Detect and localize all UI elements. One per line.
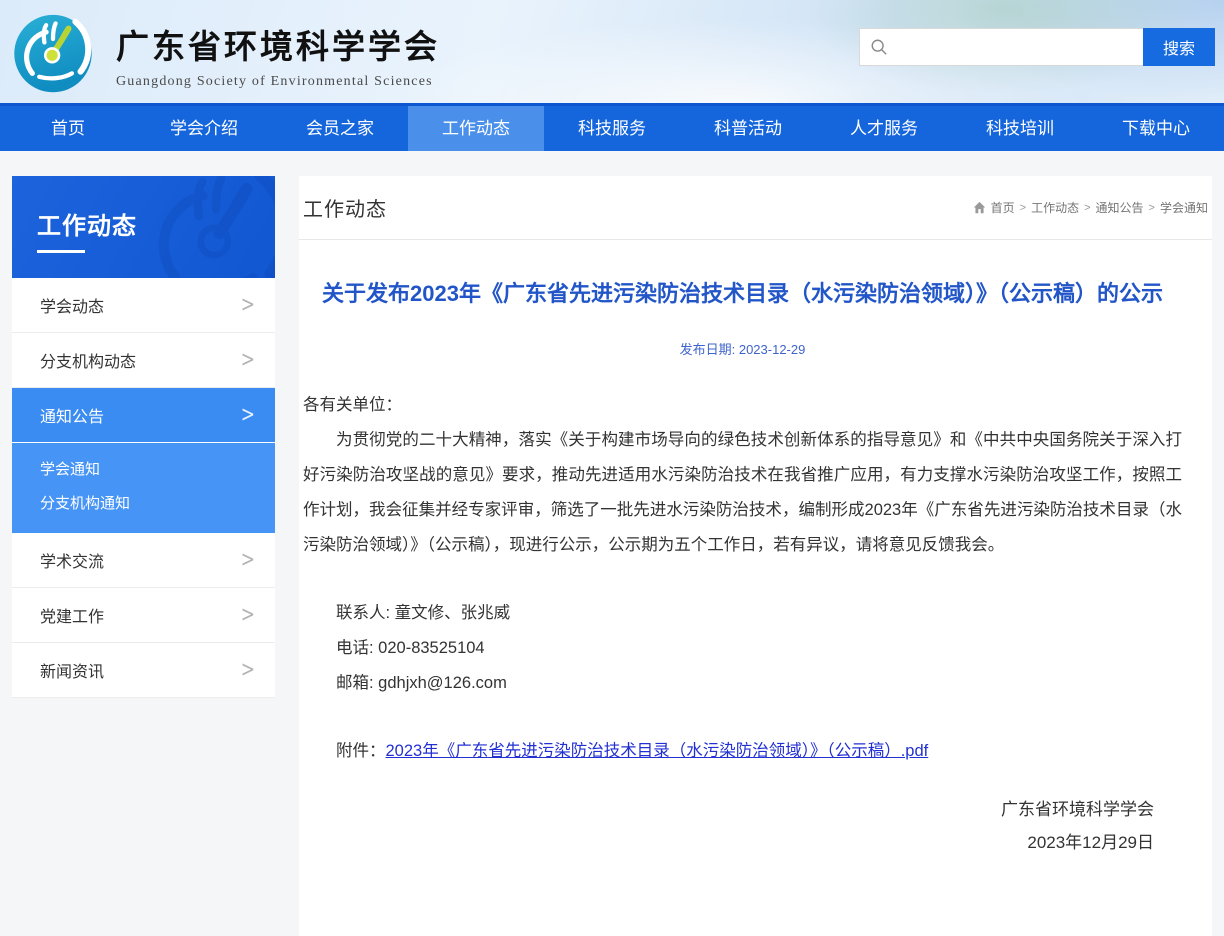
sidebar-item-news[interactable]: 新闻资讯 >	[12, 643, 275, 698]
main-panel: 工作动态 首页 > 工作动态 > 通知公告 > 学会通知 关于发布2023年《广…	[299, 176, 1212, 936]
home-icon	[973, 201, 986, 214]
logo-watermark-icon	[131, 176, 275, 278]
site-header: 广东省环境科学学会 Guangdong Society of Environme…	[0, 0, 1224, 103]
sidebar-item-label: 新闻资讯	[40, 658, 104, 682]
breadcrumb-separator: >	[1020, 202, 1026, 214]
search-input[interactable]	[896, 32, 1143, 62]
sidebar-title: 工作动态	[37, 206, 137, 253]
sidebar-item-label: 学会动态	[40, 293, 104, 317]
sidebar-subitem-branch-notice[interactable]: 分支机构通知	[12, 487, 275, 521]
chevron-right-icon: >	[241, 657, 255, 683]
brand-block: 广东省环境科学学会 Guangdong Society of Environme…	[116, 20, 440, 90]
contact-phone: 电话: 020-83525104	[303, 631, 1182, 666]
attachment-label: 附件：	[336, 742, 386, 760]
sidebar-submenu: 学会通知 分支机构通知	[12, 443, 275, 533]
sidebar-header: 工作动态	[12, 176, 275, 278]
breadcrumb: 首页 > 工作动态 > 通知公告 > 学会通知	[973, 199, 1208, 216]
chevron-right-icon: >	[241, 602, 255, 628]
chevron-right-icon: >	[241, 292, 255, 318]
breadcrumb-work-news[interactable]: 工作动态	[1031, 199, 1079, 216]
nav-item-tech-services[interactable]: 科技服务	[544, 106, 680, 151]
sidebar-item-notices[interactable]: 通知公告 >	[12, 388, 275, 443]
article-publish-date: 发布日期: 2023-12-29	[303, 339, 1182, 358]
nav-item-home[interactable]: 首页	[0, 106, 136, 151]
sidebar-item-branch-news[interactable]: 分支机构动态 >	[12, 333, 275, 388]
article-salutation: 各有关单位：	[303, 388, 1182, 423]
contact-block: 联系人: 童文修、张兆威 电话: 020-83525104 邮箱: gdhjxh…	[303, 596, 1182, 701]
sidebar-item-academic-exchange[interactable]: 学术交流 >	[12, 533, 275, 588]
page-body: 工作动态 学会动态 > 分支机构动态 > 通知公告 > 学会通知 分支机构通知 …	[0, 151, 1224, 936]
nav-item-about[interactable]: 学会介绍	[136, 106, 272, 151]
site-subtitle: Guangdong Society of Environmental Scien…	[116, 74, 440, 90]
chevron-right-icon: >	[241, 402, 255, 428]
breadcrumb-notices[interactable]: 通知公告	[1096, 199, 1144, 216]
breadcrumb-home[interactable]: 首页	[991, 199, 1015, 216]
contact-email: 邮箱: gdhjxh@126.com	[303, 666, 1182, 701]
breadcrumb-separator: >	[1084, 202, 1090, 214]
sidebar-item-label: 学术交流	[40, 548, 104, 572]
search-input-wrap	[859, 28, 1143, 66]
nav-item-tech-training[interactable]: 科技培训	[952, 106, 1088, 151]
nav-item-download-center[interactable]: 下载中心	[1088, 106, 1224, 151]
article: 关于发布2023年《广东省先进污染防治技术目录（水污染防治领域）》（公示稿）的公…	[299, 276, 1212, 859]
chevron-right-icon: >	[241, 347, 255, 373]
search-button[interactable]: 搜索	[1143, 28, 1215, 66]
article-title: 关于发布2023年《广东省先进污染防治技术目录（水污染防治领域）》（公示稿）的公…	[318, 276, 1168, 312]
search-bar: 搜索	[859, 28, 1215, 66]
sidebar-item-society-news[interactable]: 学会动态 >	[12, 278, 275, 333]
chevron-right-icon: >	[241, 547, 255, 573]
society-logo-icon	[10, 8, 96, 94]
site-title: 广东省环境科学学会	[116, 20, 440, 68]
nav-item-work-news[interactable]: 工作动态	[408, 106, 544, 151]
signature-block: 广东省环境科学学会 2023年12月29日	[303, 793, 1182, 859]
article-body: 各有关单位： 为贯彻党的二十大精神，落实《关于构建市场导向的绿色技术创新体系的指…	[303, 388, 1182, 563]
sidebar: 工作动态 学会动态 > 分支机构动态 > 通知公告 > 学会通知 分支机构通知 …	[12, 176, 275, 698]
signature-org: 广东省环境科学学会	[303, 793, 1154, 826]
sidebar-item-party-building[interactable]: 党建工作 >	[12, 588, 275, 643]
attachment-row: 附件：2023年《广东省先进污染防治技术目录（水污染防治领域）》（公示稿）.pd…	[303, 737, 1182, 761]
sidebar-item-label: 党建工作	[40, 603, 104, 627]
sidebar-item-label: 通知公告	[40, 403, 104, 427]
article-paragraph: 为贯彻党的二十大精神，落实《关于构建市场导向的绿色技术创新体系的指导意见》和《中…	[303, 423, 1182, 563]
signature-date: 2023年12月29日	[303, 826, 1154, 859]
sidebar-item-label: 分支机构动态	[40, 348, 136, 372]
main-header: 工作动态 首页 > 工作动态 > 通知公告 > 学会通知	[299, 176, 1212, 240]
nav-item-science-popularization[interactable]: 科普活动	[680, 106, 816, 151]
breadcrumb-separator: >	[1149, 202, 1155, 214]
attachment-pdf-link[interactable]: 2023年《广东省先进污染防治技术目录（水污染防治领域）》（公示稿）.pdf	[386, 742, 929, 760]
page-title: 工作动态	[303, 193, 387, 222]
main-navbar: 首页 学会介绍 会员之家 工作动态 科技服务 科普活动 人才服务 科技培训 下载…	[0, 103, 1224, 151]
search-icon	[870, 38, 888, 56]
nav-item-talent-services[interactable]: 人才服务	[816, 106, 952, 151]
nav-item-members[interactable]: 会员之家	[272, 106, 408, 151]
sidebar-subitem-society-notice[interactable]: 学会通知	[12, 453, 275, 487]
sidebar-menu: 学会动态 > 分支机构动态 > 通知公告 > 学会通知 分支机构通知 学术交流 …	[12, 278, 275, 698]
breadcrumb-society-notice[interactable]: 学会通知	[1160, 199, 1208, 216]
contact-person: 联系人: 童文修、张兆威	[303, 596, 1182, 631]
